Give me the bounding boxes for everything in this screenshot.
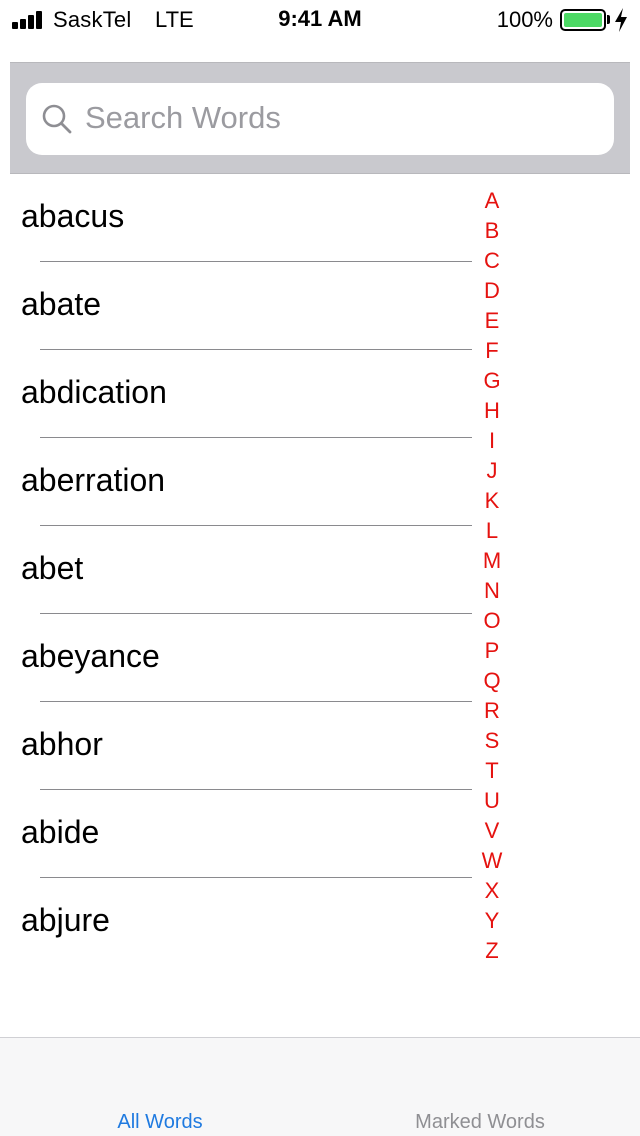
index-letter-f[interactable]: F <box>472 336 512 366</box>
word-label: abjure <box>21 902 110 938</box>
battery-percentage: 100% <box>496 7 553 32</box>
index-letter-e[interactable]: E <box>472 306 512 336</box>
search-bar: Search Words <box>10 62 630 174</box>
index-letter-h[interactable]: H <box>472 396 512 426</box>
list-item[interactable]: abeyance <box>10 614 472 702</box>
index-letter-b[interactable]: B <box>472 216 512 246</box>
index-letter-d[interactable]: D <box>472 276 512 306</box>
list-item[interactable]: abacus <box>10 174 472 262</box>
battery-cap <box>607 15 610 24</box>
index-letter-r[interactable]: R <box>472 696 512 726</box>
tab-marked-words[interactable]: Marked Words <box>320 1038 640 1136</box>
index-letter-j[interactable]: J <box>472 456 512 486</box>
status-bar: SaskTel LTE 9:41 AM 100% <box>0 0 640 40</box>
list-item[interactable]: abhor <box>10 702 472 790</box>
alphabet-index[interactable]: ABCDEFGHIJKLMNOPQRSTUVWXYZ <box>472 186 512 966</box>
tab-bar: All Words Marked Words <box>0 1037 640 1136</box>
list-item[interactable]: abide <box>10 790 472 878</box>
word-label: abacus <box>21 198 125 234</box>
index-letter-v[interactable]: V <box>472 816 512 846</box>
search-input[interactable]: Search Words <box>26 83 614 155</box>
word-label: abate <box>21 286 102 322</box>
list-item[interactable]: abet <box>10 526 472 614</box>
word-label: abeyance <box>21 638 160 674</box>
list-item[interactable]: abdication <box>10 350 472 438</box>
index-letter-a[interactable]: A <box>472 186 512 216</box>
index-letter-w[interactable]: W <box>472 846 512 876</box>
index-letter-i[interactable]: I <box>472 426 512 456</box>
tab-all-words[interactable]: All Words <box>0 1038 320 1136</box>
index-letter-l[interactable]: L <box>472 516 512 546</box>
search-icon <box>42 104 72 134</box>
index-letter-c[interactable]: C <box>472 246 512 276</box>
battery-level <box>564 13 602 27</box>
index-letter-t[interactable]: T <box>472 756 512 786</box>
word-label: aberration <box>21 462 166 498</box>
tab-marked-words-label: Marked Words <box>415 1111 545 1133</box>
index-letter-g[interactable]: G <box>472 366 512 396</box>
index-letter-p[interactable]: P <box>472 636 512 666</box>
index-letter-q[interactable]: Q <box>472 666 512 696</box>
word-label: abdication <box>21 374 167 410</box>
search-placeholder: Search Words <box>85 100 281 135</box>
word-list: abacus abate abdication aberration abet abeya… <box>10 174 472 966</box>
word-label: abide <box>21 814 100 850</box>
index-letter-y[interactable]: Y <box>472 906 512 936</box>
index-letter-s[interactable]: S <box>472 726 512 756</box>
index-letter-z[interactable]: Z <box>472 936 512 966</box>
tab-all-words-label: All Words <box>117 1111 203 1133</box>
word-label: abet <box>21 550 84 586</box>
list-item[interactable]: abjure <box>10 878 470 966</box>
word-label: abhor <box>21 726 103 762</box>
list-item[interactable]: abate <box>10 262 472 350</box>
index-letter-m[interactable]: M <box>472 546 512 576</box>
battery-icon <box>560 9 606 31</box>
charging-bolt-icon <box>615 8 627 32</box>
index-letter-x[interactable]: X <box>472 876 512 906</box>
app-screen: SaskTel LTE 9:41 AM 100% Search Words ab… <box>0 0 640 1136</box>
index-letter-n[interactable]: N <box>472 576 512 606</box>
index-letter-o[interactable]: O <box>472 606 512 636</box>
list-item[interactable]: aberration <box>10 438 472 526</box>
index-letter-k[interactable]: K <box>472 486 512 516</box>
index-letter-u[interactable]: U <box>472 786 512 816</box>
